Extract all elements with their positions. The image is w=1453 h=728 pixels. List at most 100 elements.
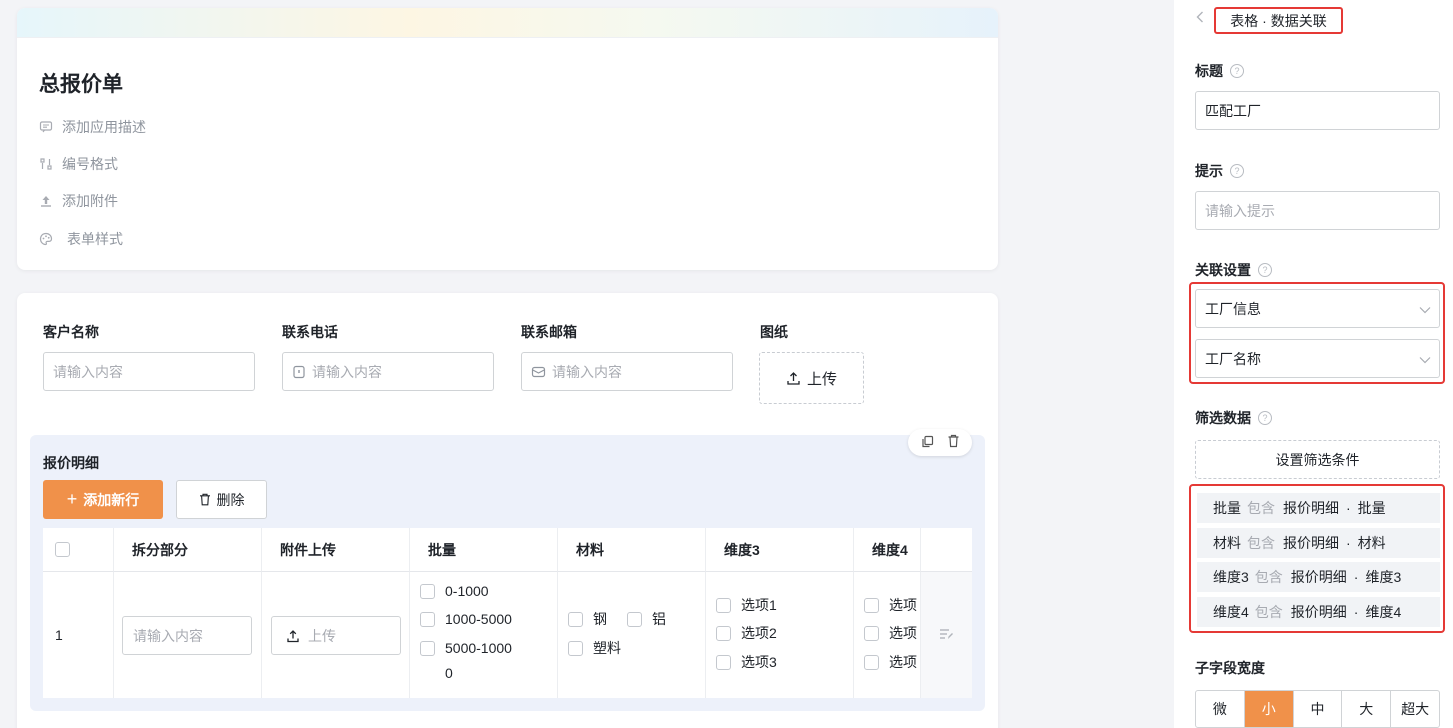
dim4-option[interactable]: 选项: [864, 652, 917, 672]
row-index: 1: [55, 627, 63, 643]
batch-option[interactable]: 5000-1000: [420, 640, 512, 656]
help-icon[interactable]: ?: [1230, 164, 1244, 178]
filter-label: 筛选数据 ?: [1195, 408, 1272, 428]
checkbox[interactable]: [568, 640, 583, 656]
width-option-medium[interactable]: 中: [1294, 691, 1343, 727]
drawing-label: 图纸: [760, 324, 788, 340]
material-cell: 钢 铝 塑料: [558, 572, 706, 698]
filter-condition[interactable]: 维度4 包含 报价明细 · 维度4: [1197, 597, 1440, 627]
add-description[interactable]: 添加应用描述: [39, 117, 146, 137]
select-all-checkbox[interactable]: [55, 542, 70, 557]
checkbox[interactable]: [568, 611, 583, 627]
width-label: 子字段宽度: [1195, 660, 1265, 676]
checkbox[interactable]: [864, 654, 879, 670]
attachment-cell: 上传: [262, 572, 410, 698]
help-icon[interactable]: ?: [1230, 64, 1244, 78]
checkbox[interactable]: [627, 611, 642, 627]
form-style[interactable]: 表单样式: [39, 229, 123, 249]
width-segmented-control: 微 小 中 大 超大: [1195, 690, 1440, 728]
help-icon[interactable]: ?: [1258, 263, 1272, 277]
batch-option[interactable]: 0-1000: [420, 583, 489, 599]
column-header: 附件上传: [262, 528, 410, 572]
form-header-card: 总报价单 添加应用描述 编号格式 添加附件 表单样式: [17, 8, 998, 270]
dim3-option[interactable]: 选项2: [716, 623, 777, 643]
hint-label: 提示 ?: [1195, 161, 1244, 181]
width-option-large[interactable]: 大: [1342, 691, 1392, 727]
batch-option-wrap: 0: [445, 665, 453, 681]
customer-name-label: 客户名称: [43, 324, 99, 340]
quote-detail-table: 拆分部分 附件上传 批量 材料 维度3 维度4 1 请输入内容 上传 0-100…: [43, 528, 972, 698]
batch-option[interactable]: 1000-5000: [420, 611, 512, 627]
chevron-left-icon[interactable]: [1196, 10, 1204, 28]
column-header: 拆分部分: [114, 528, 262, 572]
delete-row-button[interactable]: 删除: [176, 480, 267, 519]
copy-icon[interactable]: [921, 435, 934, 451]
width-option-small[interactable]: 小: [1244, 691, 1294, 727]
column-header: 批量: [410, 528, 558, 572]
email-input[interactable]: 请输入内容: [521, 352, 733, 391]
select-all-header: [43, 528, 114, 572]
checkbox[interactable]: [864, 625, 879, 641]
actions-header: [921, 528, 972, 572]
trash-icon: [199, 493, 211, 506]
filter-condition[interactable]: 维度3 包含 报价明细 · 维度3: [1197, 562, 1440, 592]
title-input[interactable]: 匹配工厂: [1195, 91, 1440, 130]
upload-icon: [286, 629, 300, 643]
subform-toolbar: [908, 429, 972, 456]
table-row-index-cell: 1: [43, 572, 114, 698]
dim3-option[interactable]: 选项3: [716, 652, 777, 672]
set-filter-button[interactable]: 设置筛选条件: [1195, 440, 1440, 479]
column-header: 维度3: [706, 528, 854, 572]
width-option-tiny[interactable]: 微: [1196, 691, 1245, 727]
help-icon[interactable]: ?: [1258, 411, 1272, 425]
mail-icon: [531, 365, 546, 379]
trash-icon[interactable]: [947, 434, 960, 451]
title-label: 标题 ?: [1195, 61, 1244, 81]
checkbox[interactable]: [716, 654, 731, 670]
material-option[interactable]: 铝: [627, 609, 666, 629]
customer-name-input[interactable]: 请输入内容: [43, 352, 255, 391]
material-option[interactable]: 塑料: [568, 638, 621, 658]
attachment-upload-button[interactable]: 上传: [271, 616, 401, 655]
split-part-input[interactable]: 请输入内容: [122, 616, 252, 655]
form-body-card: 客户名称 请输入内容 联系电话 请输入内容 联系邮箱 请输入内容 图纸 上传 报…: [17, 293, 998, 728]
column-header: 维度4: [854, 528, 921, 572]
dim4-option[interactable]: 选项: [864, 623, 917, 643]
checkbox[interactable]: [716, 597, 731, 613]
dim4-cell: 选项 选项 选项: [854, 572, 921, 698]
phone-input[interactable]: 请输入内容: [282, 352, 494, 391]
filter-condition[interactable]: 材料 包含 报价明细 · 材料: [1197, 528, 1440, 558]
checkbox[interactable]: [420, 611, 435, 627]
add-attachment[interactable]: 添加附件: [39, 191, 118, 211]
edit-row-icon[interactable]: [939, 627, 954, 644]
drawing-upload-button[interactable]: 上传: [759, 352, 864, 404]
checkbox[interactable]: [716, 625, 731, 641]
chevron-down-icon: [1419, 351, 1431, 367]
relation-form-select[interactable]: 工厂信息: [1195, 289, 1440, 328]
checkbox[interactable]: [420, 583, 435, 599]
upload-icon: [39, 194, 53, 208]
filter-condition[interactable]: 批量 包含 报价明细 · 批量: [1197, 493, 1440, 523]
comment-icon: [39, 120, 53, 134]
batch-cell: 0-1000 1000-5000 5000-1000 0: [410, 572, 558, 698]
upload-icon: [786, 371, 801, 386]
form-title[interactable]: 总报价单: [39, 68, 123, 98]
quote-detail-subform: 报价明细 + 添加新行 删除 拆分部分 附件上传 批量 材料 维度3 维度4 1…: [30, 429, 985, 711]
relation-field-select[interactable]: 工厂名称: [1195, 339, 1440, 378]
chevron-down-icon: [1419, 301, 1431, 317]
dim3-option[interactable]: 选项1: [716, 595, 777, 615]
checkbox[interactable]: [420, 640, 435, 656]
dim4-option[interactable]: 选项: [864, 595, 917, 615]
hint-input[interactable]: 请输入提示: [1195, 191, 1440, 230]
subform-title: 报价明细: [43, 455, 99, 471]
checkbox[interactable]: [864, 597, 879, 613]
width-option-xlarge[interactable]: 超大: [1391, 691, 1439, 727]
row-actions-cell: [921, 572, 972, 698]
number-format-icon: [39, 157, 53, 171]
number-format[interactable]: 编号格式: [39, 154, 118, 174]
split-part-cell: 请输入内容: [114, 572, 262, 698]
add-row-button[interactable]: + 添加新行: [43, 480, 163, 519]
phone-icon: [292, 365, 306, 379]
material-option[interactable]: 钢: [568, 609, 607, 629]
property-panel: 表格 · 数据关联 标题 ? 匹配工厂 提示 ? 请输入提示 关联设置 ? 工厂…: [1174, 0, 1453, 728]
